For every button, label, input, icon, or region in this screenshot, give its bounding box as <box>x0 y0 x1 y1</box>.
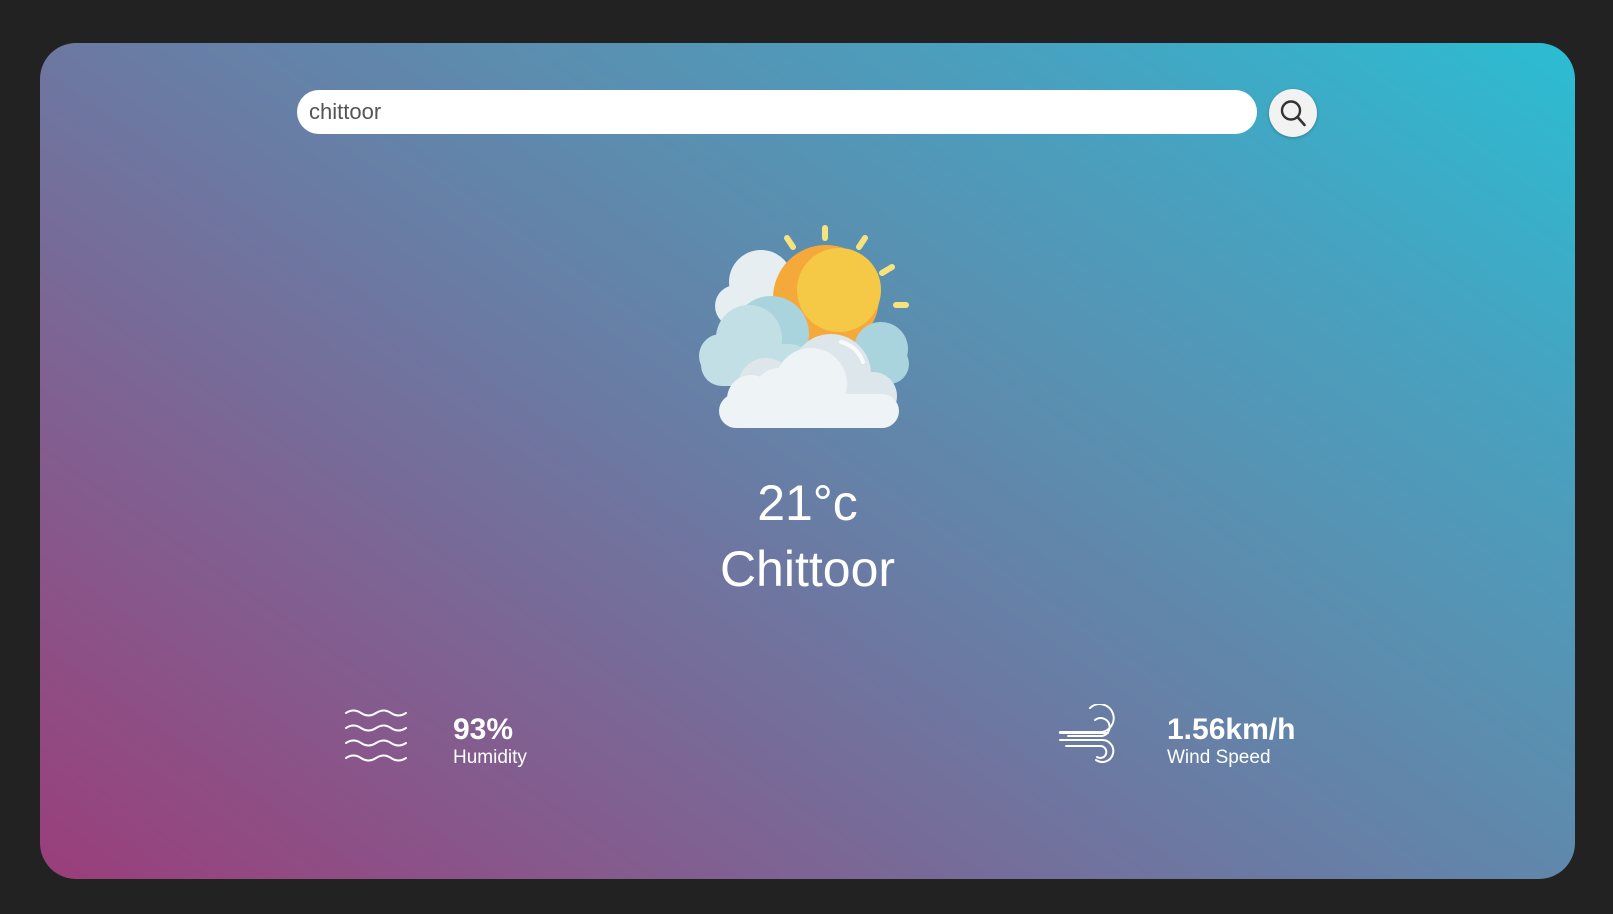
humidity-waves-icon <box>345 709 407 762</box>
weather-card: 21°c Chittoor 93% Humidity 1.56km/h Wind… <box>40 43 1575 879</box>
search-icon <box>1280 100 1306 127</box>
wind-speed-label: Wind Speed <box>1167 747 1271 768</box>
humidity-value: 93% <box>453 713 514 746</box>
search-input[interactable] <box>297 90 1257 134</box>
humidity-label: Humidity <box>453 747 527 768</box>
city-name: Chittoor <box>719 541 896 597</box>
temperature-value: 21°c <box>757 475 858 531</box>
wind-speed-value: 1.56km/h <box>1167 713 1296 746</box>
partly-cloudy-sun-icon <box>699 225 909 428</box>
search-button[interactable] <box>1269 89 1317 137</box>
wind-icon <box>1059 704 1115 763</box>
